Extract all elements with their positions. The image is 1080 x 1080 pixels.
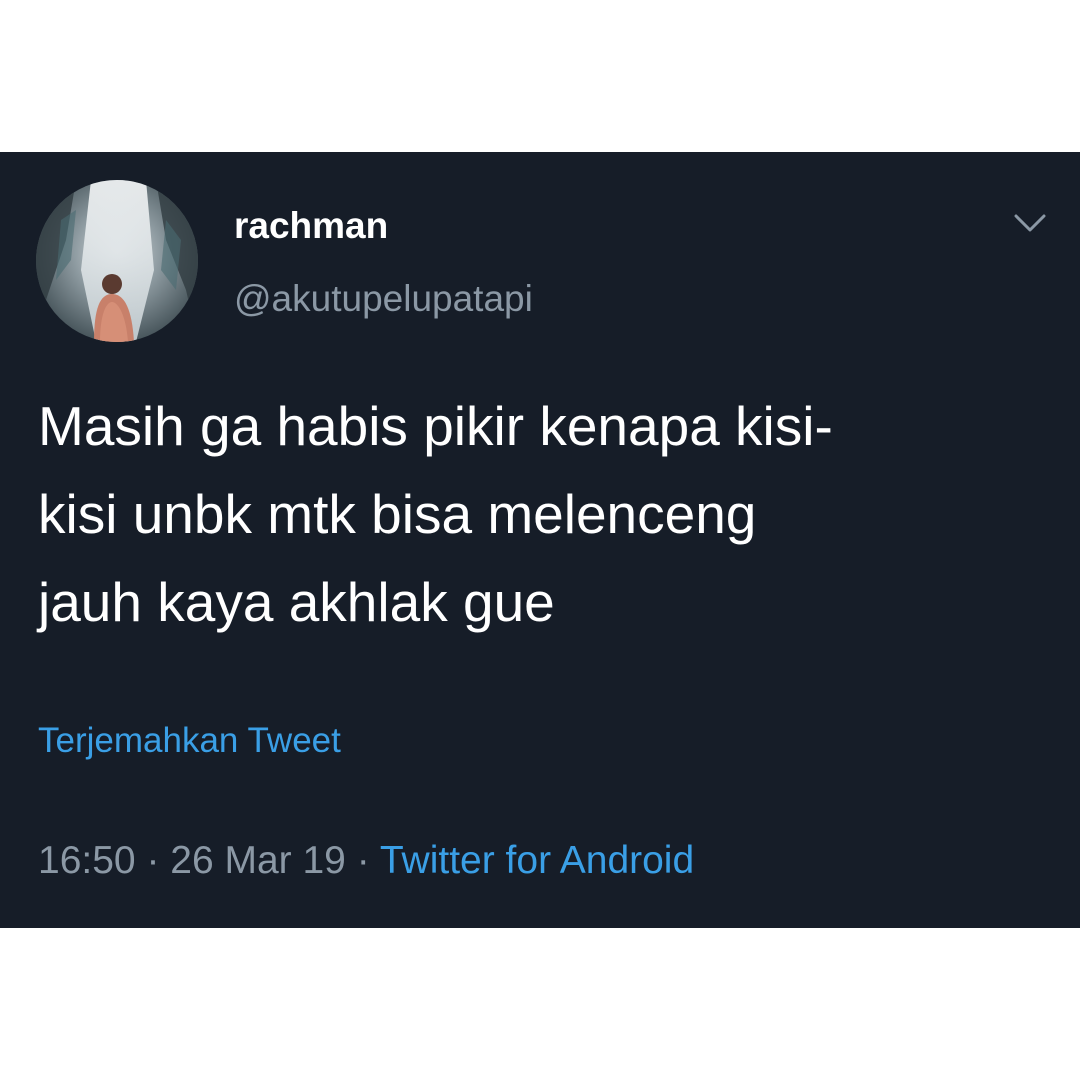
tweet-meta: 16:50 · 26 Mar 19 · Twitter for Android xyxy=(38,838,694,884)
display-name[interactable]: rachman xyxy=(234,204,388,248)
chevron-down-icon[interactable] xyxy=(1010,208,1050,238)
page: rachman @akutupelupatapi Masih ga habis … xyxy=(0,0,1080,1080)
tweet-text-line: Masih ga habis pikir kenapa kisi- xyxy=(38,395,833,457)
tweet-source-link[interactable]: Twitter for Android xyxy=(380,839,694,882)
tweet-date[interactable]: 26 Mar 19 xyxy=(170,839,346,882)
tweet-time: 16:50 xyxy=(38,839,136,882)
translate-tweet-link[interactable]: Terjemahkan Tweet xyxy=(38,720,341,762)
username[interactable]: @akutupelupatapi xyxy=(234,277,533,321)
tweet-text: Masih ga habis pikir kenapa kisi- kisi u… xyxy=(38,382,1038,646)
meta-separator: · xyxy=(135,839,171,882)
tweet-text-line: jauh kaya akhlak gue xyxy=(38,571,555,633)
tweet-card: rachman @akutupelupatapi Masih ga habis … xyxy=(0,152,1080,928)
avatar-image xyxy=(36,180,198,342)
avatar[interactable] xyxy=(36,180,198,342)
tweet-text-line: kisi unbk mtk bisa melenceng xyxy=(38,483,757,545)
meta-separator: · xyxy=(345,839,380,882)
